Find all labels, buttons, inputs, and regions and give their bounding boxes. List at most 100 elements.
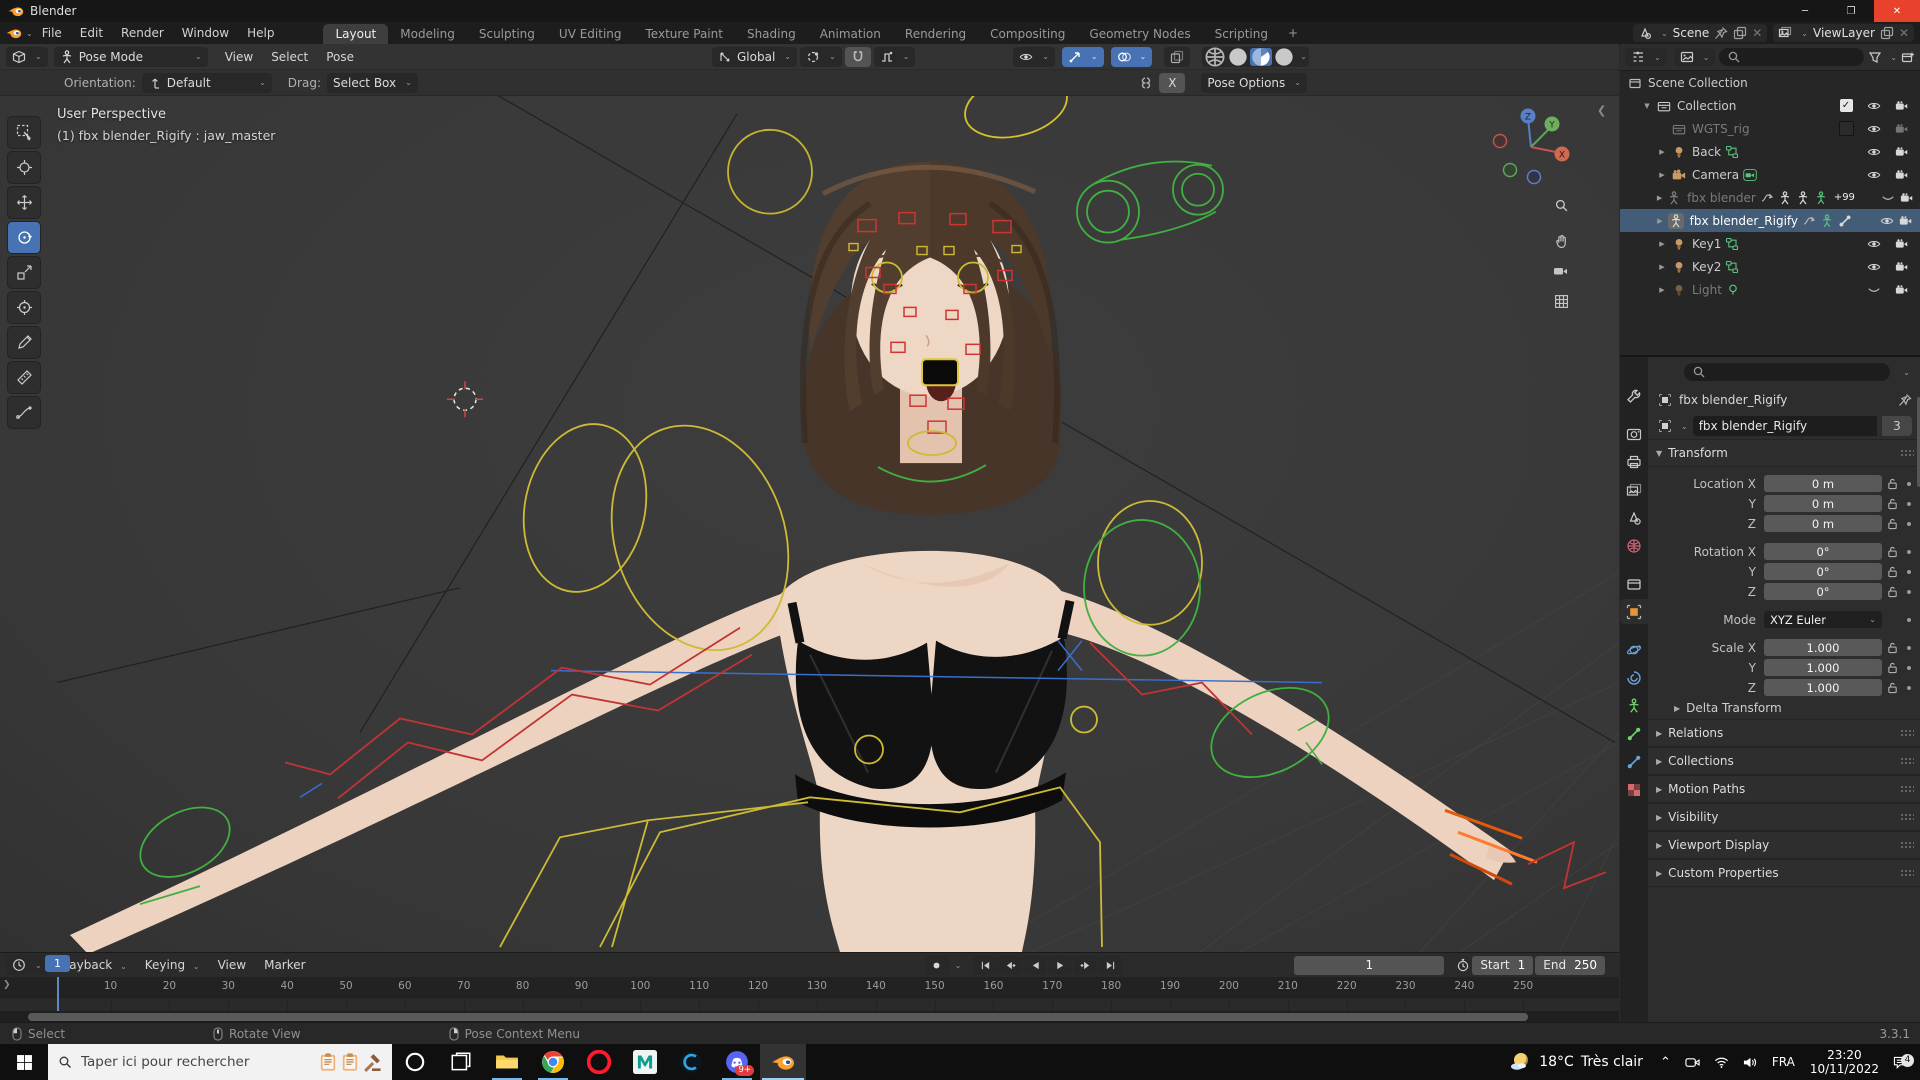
hide-viewport-toggle[interactable]: [1862, 237, 1886, 251]
wifi-icon[interactable]: [1707, 1056, 1736, 1069]
orientation-dropdown[interactable]: Default ⌄: [141, 72, 272, 93]
hide-viewport-toggle[interactable]: [1881, 191, 1895, 205]
animate-dot[interactable]: [1902, 549, 1916, 554]
tab-shading[interactable]: Shading: [735, 24, 808, 44]
transform-panel-header[interactable]: ▼ Transform: [1648, 439, 1920, 467]
shading-solid-button[interactable]: [1227, 47, 1249, 66]
tab-uv-editing[interactable]: UV Editing: [547, 24, 634, 44]
shading-rendered-button[interactable]: [1273, 47, 1295, 66]
weather-widget[interactable]: 18°C Très clair: [1498, 1050, 1653, 1074]
properties-tab-view-layer[interactable]: [1620, 477, 1648, 502]
properties-tab-bone-constraint[interactable]: [1620, 749, 1648, 774]
panel-visibility[interactable]: ▶ Visibility: [1648, 803, 1920, 831]
remove-icon[interactable]: ✕: [1899, 26, 1909, 40]
checkbox-icon[interactable]: [1838, 121, 1854, 136]
taskbar-app-chrome[interactable]: [530, 1044, 576, 1080]
scene-selector[interactable]: ⌄ Scene ✕: [1632, 24, 1768, 42]
tool-pose-tool-button[interactable]: [7, 396, 41, 429]
playhead[interactable]: [57, 977, 59, 1011]
unlink-icon[interactable]: ✕: [1752, 26, 1762, 40]
outliner-row-wgts-rig[interactable]: WGTS_rig: [1620, 117, 1920, 140]
menu-file[interactable]: File: [33, 26, 71, 40]
outliner-row-scene-collection[interactable]: Scene Collection: [1620, 71, 1920, 94]
next-keyframe-button[interactable]: [1073, 955, 1098, 975]
users-count-badge[interactable]: 3: [1882, 416, 1912, 436]
outliner-row-key2[interactable]: ▶ Key2: [1620, 255, 1920, 278]
show-overlays-toggle[interactable]: ⌄: [1110, 46, 1153, 67]
animate-dot[interactable]: [1902, 685, 1916, 690]
tool-measure-button[interactable]: [7, 361, 41, 394]
language-indicator[interactable]: FRA: [1765, 1055, 1802, 1069]
tray-chevron-up[interactable]: ⌃: [1653, 1055, 1678, 1070]
properties-tab-output[interactable]: [1620, 449, 1648, 474]
expand-icon[interactable]: ▶: [1656, 171, 1668, 179]
previous-keyframe-button[interactable]: [998, 955, 1023, 975]
timeline-ruler[interactable]: ❯ 10 20 30 40 50 60 70 80 90 100 110 120 130 140 150 16…: [0, 977, 1619, 997]
lock-icon[interactable]: [1882, 545, 1902, 558]
tab-scripting[interactable]: Scripting: [1203, 24, 1280, 44]
outliner-row-collection[interactable]: ▼ Collection ✓: [1620, 94, 1920, 117]
xray-toggle[interactable]: [1164, 46, 1191, 67]
checkbox-icon[interactable]: ✓: [1839, 99, 1853, 112]
lock-icon[interactable]: [1882, 681, 1902, 694]
keying-dropdown[interactable]: ⌄: [955, 961, 962, 970]
hide-viewport-toggle[interactable]: [1862, 283, 1886, 297]
ortho-toggle-control[interactable]: [1546, 286, 1576, 316]
blender-menu-icon[interactable]: [6, 25, 22, 41]
timeline-menu-keying[interactable]: Keying ⌄: [136, 958, 209, 972]
mirror-x-toggle[interactable]: X: [1159, 72, 1186, 93]
lock-icon[interactable]: [1882, 585, 1902, 598]
editor-type-button[interactable]: ⌄: [6, 46, 48, 67]
tab-sculpting[interactable]: Sculpting: [467, 24, 547, 44]
hide-viewport-toggle[interactable]: [1862, 99, 1886, 113]
taskbar-app-cortana[interactable]: [392, 1044, 438, 1080]
tab-animation[interactable]: Animation: [808, 24, 893, 44]
expand-icon[interactable]: ▶: [1656, 148, 1668, 156]
lock-icon[interactable]: [1882, 517, 1902, 530]
disable-render-toggle[interactable]: [1899, 214, 1914, 228]
menu-edit[interactable]: Edit: [71, 26, 112, 40]
start-button[interactable]: [0, 1044, 48, 1080]
panel-collections[interactable]: ▶ Collections: [1648, 747, 1920, 775]
panel-motion-paths[interactable]: ▶ Motion Paths: [1648, 775, 1920, 803]
outliner-filter-id-dropdown[interactable]: ⌄: [1673, 48, 1716, 66]
expand-icon[interactable]: ▶: [1656, 240, 1668, 248]
auto-keying-toggle[interactable]: [924, 955, 949, 975]
viewport-menu-select[interactable]: Select: [262, 50, 317, 64]
outliner-row-fbx-blender[interactable]: ▶ fbx blender +99: [1620, 186, 1920, 209]
maximize-button[interactable]: ❐: [1828, 0, 1874, 22]
show-gizmo-toggle[interactable]: ⌄: [1061, 46, 1104, 67]
clock-widget[interactable]: 23:20 10/11/2022: [1802, 1048, 1887, 1076]
outliner-row-key1[interactable]: ▶ Key1: [1620, 232, 1920, 255]
hide-viewport-toggle[interactable]: [1879, 214, 1894, 228]
taskbar-app-explorer[interactable]: [484, 1044, 530, 1080]
sidebar-chevron[interactable]: ❮: [1597, 104, 1606, 117]
viewlayer-selector[interactable]: ⌄ ViewLayer ✕: [1773, 24, 1914, 42]
timeline-track-band[interactable]: [0, 997, 1619, 1011]
timeline-scrollbar-thumb[interactable]: [28, 1013, 1528, 1021]
add-workspace-button[interactable]: +: [1280, 26, 1306, 40]
frame-start-field[interactable]: Start 1: [1472, 955, 1534, 975]
outliner-search-input[interactable]: [1719, 48, 1865, 66]
expand-icon[interactable]: ▶: [1656, 217, 1664, 225]
play-button[interactable]: [1048, 955, 1073, 975]
delta-transform-subpanel[interactable]: ▶ Delta Transform: [1648, 697, 1920, 719]
play-reverse-button[interactable]: [1023, 955, 1048, 975]
pin-icon[interactable]: [1714, 26, 1728, 40]
timeline-expand-chevron[interactable]: ❯: [3, 980, 11, 990]
tab-layout[interactable]: Layout: [323, 24, 389, 44]
menu-render[interactable]: Render: [112, 26, 173, 40]
tab-texture-paint[interactable]: Texture Paint: [634, 24, 735, 44]
hide-viewport-toggle[interactable]: [1862, 168, 1886, 182]
pose-options-dropdown[interactable]: Pose Options ⌄: [1201, 72, 1307, 93]
outliner-display-mode-dropdown[interactable]: ⌄: [1625, 48, 1667, 66]
timeline-editor-type-button[interactable]: ⌄: [6, 955, 48, 975]
animate-dot[interactable]: [1902, 501, 1916, 506]
panel-custom-properties[interactable]: ▶ Custom Properties: [1648, 859, 1920, 887]
properties-options-dropdown[interactable]: ⌄: [1903, 368, 1910, 377]
lock-icon[interactable]: [1882, 661, 1902, 674]
transform-orientation-dropdown[interactable]: Global ⌄: [712, 46, 797, 67]
pan-control[interactable]: [1546, 226, 1576, 256]
proportional-falloff-dropdown[interactable]: ⌄: [873, 46, 916, 67]
tool-rotate-button[interactable]: [7, 221, 41, 254]
